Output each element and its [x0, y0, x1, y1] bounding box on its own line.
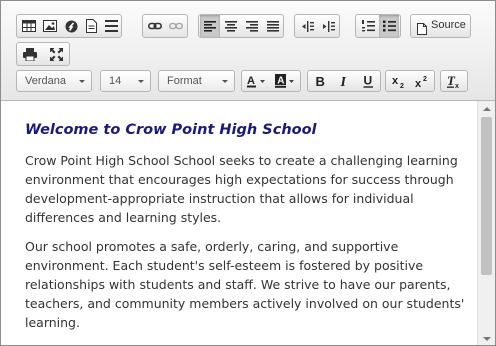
- horizontal-rule-icon[interactable]: [101, 15, 121, 37]
- superscript-icon[interactable]: x2: [412, 71, 432, 91]
- format-value: Format: [167, 75, 202, 87]
- flash-icon[interactable]: [61, 15, 81, 37]
- image-icon[interactable]: [40, 15, 60, 37]
- unlink-icon[interactable]: [166, 15, 186, 37]
- vertical-scrollbar[interactable]: [477, 101, 495, 345]
- link-icon[interactable]: [145, 15, 165, 37]
- svg-text:2: 2: [423, 76, 427, 83]
- script-group: x2 x2: [385, 70, 435, 92]
- table-icon[interactable]: [19, 15, 39, 37]
- svg-text:U: U: [363, 74, 372, 88]
- page-heading: Welcome to Crow Point High School: [25, 122, 317, 138]
- svg-text:A: A: [247, 75, 255, 87]
- svg-text:2: 2: [400, 83, 404, 88]
- scroll-down-icon[interactable]: [478, 331, 495, 345]
- numbered-list-icon[interactable]: [358, 15, 378, 37]
- chevron-down-icon: [222, 80, 228, 83]
- list-group: [355, 14, 401, 38]
- align-left-icon[interactable]: [200, 15, 220, 37]
- alignment-group: [198, 14, 284, 38]
- scroll-up-icon[interactable]: [478, 101, 495, 115]
- font-family-value: Verdana: [25, 75, 66, 87]
- text-color-icon[interactable]: A: [244, 71, 270, 91]
- color-group: A A: [241, 70, 301, 92]
- remove-format-group: Tx: [440, 70, 468, 92]
- font-size-value: 14: [109, 75, 122, 87]
- subscript-icon[interactable]: x2: [389, 71, 409, 91]
- maximize-icon[interactable]: [46, 43, 66, 65]
- font-family-select[interactable]: Verdana: [16, 70, 92, 92]
- underline-icon[interactable]: U: [358, 71, 378, 91]
- template-icon[interactable]: [81, 15, 101, 37]
- bulleted-list-icon[interactable]: [379, 15, 399, 37]
- font-size-select[interactable]: 14: [100, 70, 151, 92]
- svg-text:x: x: [455, 83, 459, 88]
- indent-icon[interactable]: [318, 15, 338, 37]
- svg-text:x: x: [392, 75, 399, 87]
- align-center-icon[interactable]: [221, 15, 241, 37]
- paragraph: Crow Point High School School seeks to c…: [25, 153, 458, 225]
- align-right-icon[interactable]: [242, 15, 262, 37]
- scrollbar-thumb[interactable]: [481, 117, 492, 275]
- italic-icon[interactable]: I: [334, 71, 354, 91]
- chevron-down-icon: [79, 80, 85, 83]
- bold-icon[interactable]: B: [310, 71, 330, 91]
- source-icon: [417, 20, 427, 39]
- chevron-down-icon: [138, 80, 144, 83]
- source-button[interactable]: Source: [410, 14, 471, 38]
- basic-styles-group: B I U: [307, 70, 381, 92]
- svg-text:x: x: [415, 78, 422, 88]
- background-color-icon[interactable]: A: [273, 71, 299, 91]
- svg-text:B: B: [316, 75, 325, 87]
- rich-text-editor: Source Verdana 14 Format A A B I U x 2 x…: [0, 0, 496, 346]
- svg-text:A: A: [277, 76, 284, 87]
- editor-toolbar: Source Verdana 14 Format A A B I U x 2 x…: [1, 1, 495, 101]
- remove-format-icon[interactable]: Tx: [444, 71, 464, 91]
- align-justify-icon[interactable]: [263, 15, 283, 37]
- outdent-icon[interactable]: [297, 15, 317, 37]
- svg-text:I: I: [340, 75, 347, 87]
- tools-group: [16, 42, 70, 66]
- format-select[interactable]: Format: [158, 70, 235, 92]
- paragraph: Our school promotes a safe, orderly, car…: [25, 239, 465, 330]
- link-group: [142, 14, 188, 38]
- editor-content-area[interactable]: Welcome to Crow Point High School Crow P…: [1, 101, 495, 345]
- print-icon[interactable]: [20, 43, 40, 65]
- indent-group: [294, 14, 340, 38]
- source-label: Source: [431, 19, 466, 31]
- insert-group: [16, 14, 122, 38]
